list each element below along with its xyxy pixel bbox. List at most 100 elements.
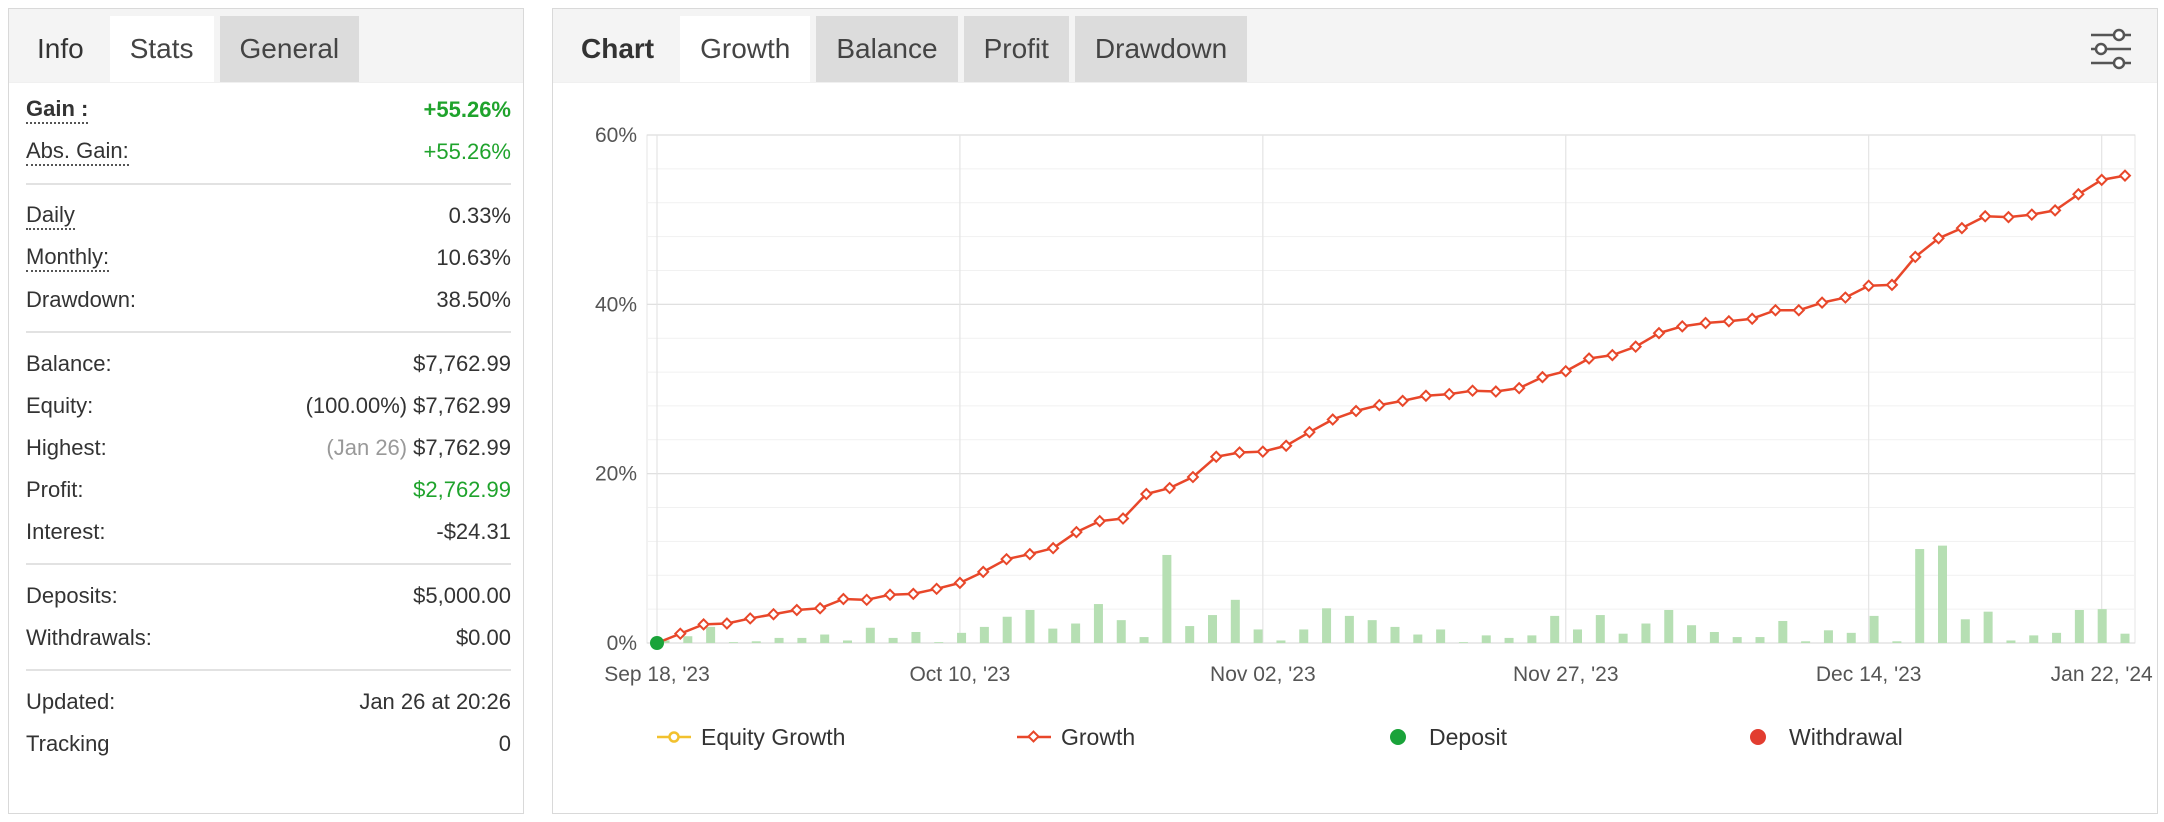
daily-bar: [1230, 599, 1240, 643]
equity-label: Equity:: [26, 393, 94, 418]
x-tick-label: Jan 22, '24: [2051, 663, 2153, 686]
highest-value: $7,762.99: [413, 435, 511, 460]
daily-bar: [1595, 615, 1605, 643]
equity-row: Equity: (100.00%) $7,762.99: [26, 385, 511, 427]
tab-general[interactable]: General: [219, 16, 360, 82]
daily-bar: [1846, 632, 1856, 643]
gain-label[interactable]: Gain :: [26, 96, 89, 124]
updated-row: Updated: Jan 26 at 20:26: [26, 681, 511, 723]
daily-bar: [1185, 626, 1195, 643]
daily-bar: [1002, 616, 1012, 643]
tab-growth[interactable]: Growth: [680, 16, 811, 82]
y-tick-label: 20%: [595, 463, 637, 486]
profit-label: Profit:: [26, 477, 84, 502]
daily-bar: [728, 642, 738, 643]
daily-bar: [1687, 625, 1697, 643]
daily-bar: [2052, 632, 2062, 643]
legend-deposit-label: Deposit: [1429, 723, 1507, 750]
daily-bar: [1960, 619, 1970, 643]
divider: [26, 669, 511, 671]
stats-body: Gain : +55.26% Abs. Gain: +55.26% Daily …: [9, 83, 523, 765]
daily-bar: [1322, 608, 1332, 643]
monthly-value: 10.63%: [436, 245, 511, 270]
daily-bar: [1367, 620, 1377, 643]
gain-value: +55.26%: [423, 97, 511, 122]
daily-bar: [1823, 630, 1833, 643]
chart-panel: 0% 20% 40% 60% Sep 18, '23 Oct 10, '23 Nov 02,…: [552, 8, 2158, 814]
daily-bar: [1344, 615, 1354, 643]
drawdown-value: 38.50%: [436, 287, 511, 312]
daily-bar: [1550, 615, 1560, 643]
daily-bar: [1915, 549, 1925, 643]
legend-growth-label: Growth: [1061, 723, 1136, 750]
legend-withdrawal-label: Withdrawal: [1789, 723, 1903, 750]
monthly-label[interactable]: Monthly:: [26, 244, 110, 272]
divider: [26, 183, 511, 185]
chart-tabbar: Chart Growth Balance Profit Drawdown: [553, 9, 2157, 83]
divider: [26, 331, 511, 333]
daily-label[interactable]: Daily: [26, 202, 75, 230]
daily-bar: [1938, 545, 1947, 643]
daily-bar: [1732, 637, 1742, 643]
daily-bar: [2120, 633, 2130, 643]
sliders-icon[interactable]: [2087, 27, 2135, 71]
daily-bar: [1892, 641, 1902, 643]
tab-profit[interactable]: Profit: [963, 16, 1069, 82]
daily-bar: [751, 641, 761, 643]
balance-label: Balance:: [26, 351, 112, 376]
daily-bar: [1641, 623, 1651, 643]
stats-panel: Info Stats General Gain : +55.26% Abs. G…: [8, 8, 524, 814]
legend-deposit[interactable]: Deposit: [1385, 719, 1507, 755]
y-tick-label: 0%: [607, 632, 637, 655]
tab-balance[interactable]: Balance: [816, 16, 958, 82]
withdrawals-row: Withdrawals: $0.00: [26, 617, 511, 659]
daily-bar: [1869, 615, 1879, 643]
daily-bar: [911, 631, 921, 643]
daily-bar: [2006, 640, 2016, 643]
tab-chart[interactable]: Chart: [561, 16, 674, 82]
x-tick-label: Oct 10, '23: [909, 663, 1010, 686]
legend-growth-marker: [1017, 730, 1051, 743]
daily-bar: [2097, 609, 2107, 643]
daily-bar: [1048, 628, 1058, 643]
legend-equity-label: Equity Growth: [701, 723, 846, 750]
daily-bar: [820, 634, 830, 643]
equity-value-wrap: (100.00%) $7,762.99: [306, 393, 511, 419]
daily-bar: [957, 632, 967, 643]
daily-bar: [1162, 554, 1172, 643]
tab-stats[interactable]: Stats: [109, 16, 214, 82]
daily-bar: [979, 626, 989, 643]
daily-bar: [1755, 637, 1765, 643]
interest-row: Interest: -$24.31: [26, 511, 511, 553]
highest-date: (Jan 26): [326, 435, 408, 460]
daily-bar: [888, 637, 898, 643]
stats-tabbar: Info Stats General: [9, 9, 523, 83]
deposits-row: Deposits: $5,000.00: [26, 575, 511, 617]
daily-bar: [1276, 640, 1286, 643]
legend-equity-marker: [657, 731, 691, 743]
legend-withdrawal[interactable]: Withdrawal: [1745, 719, 1903, 755]
monthly-row: Monthly: 10.63%: [26, 237, 511, 279]
daily-bar: [1504, 637, 1514, 643]
legend-growth[interactable]: Growth: [1017, 719, 1135, 755]
daily-bar: [1116, 620, 1126, 643]
daily-bar: [1618, 633, 1628, 643]
daily-bar: [1778, 620, 1788, 643]
daily-bar: [1139, 637, 1149, 643]
legend-withdrawal-marker: [1750, 729, 1766, 745]
growth-chart: 0% 20% 40% 60% Sep 18, '23 Oct 10, '23 Nov 02,…: [595, 124, 2153, 686]
legend-equity-growth[interactable]: Equity Growth: [657, 719, 845, 755]
x-tick-label: Nov 02, '23: [1210, 663, 1316, 686]
deposits-label: Deposits:: [26, 583, 118, 608]
daily-bar: [1801, 641, 1811, 643]
interest-value: -$24.31: [436, 519, 511, 544]
daily-bar: [1573, 629, 1582, 643]
tab-info[interactable]: Info: [17, 16, 104, 82]
tab-drawdown[interactable]: Drawdown: [1074, 16, 1248, 82]
daily-bar: [1253, 629, 1263, 643]
daily-bar: [865, 627, 875, 643]
updated-value: Jan 26 at 20:26: [359, 689, 511, 714]
abs-gain-label[interactable]: Abs. Gain:: [26, 138, 129, 166]
daily-bar: [1664, 609, 1674, 643]
withdrawals-label: Withdrawals:: [26, 625, 152, 650]
